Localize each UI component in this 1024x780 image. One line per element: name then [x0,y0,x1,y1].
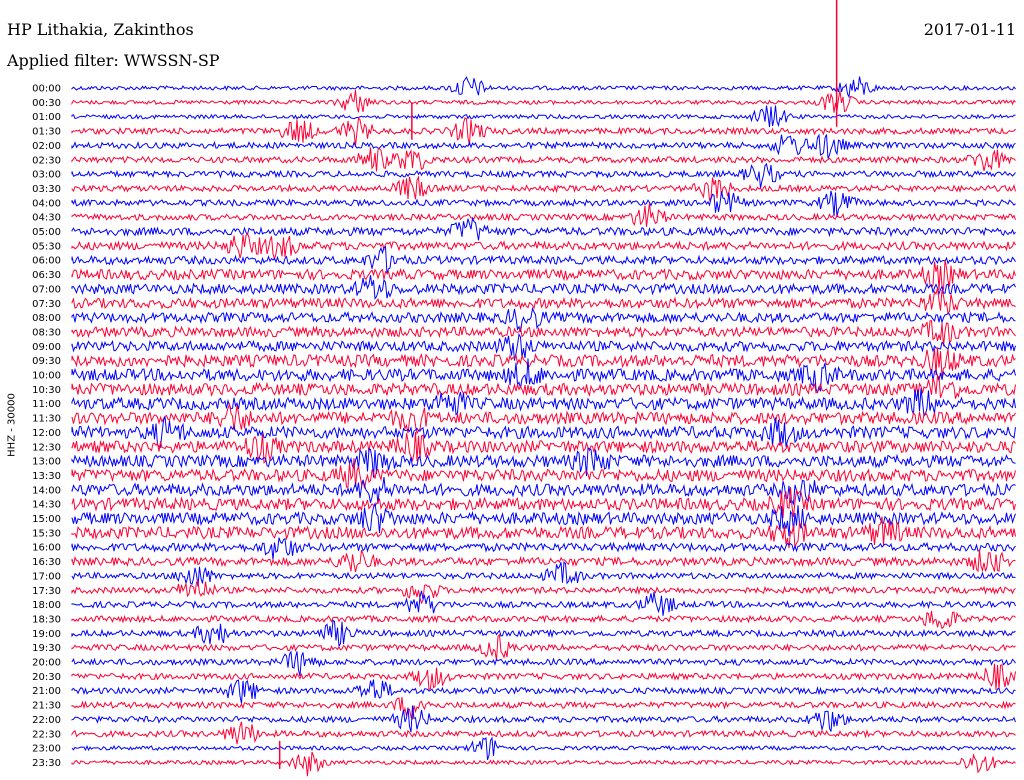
trace-row-0030 [71,89,1016,113]
time-tick-label: 23:30 [32,758,61,769]
time-tick-label: 02:00 [32,141,61,152]
trace-row-0300 [71,162,1016,189]
time-tick-label: 09:00 [32,342,61,353]
time-tick-label: 15:00 [32,514,61,525]
time-tick-label: 21:00 [32,686,61,697]
time-tick-label: 00:30 [32,98,61,109]
trace-row-0400 [71,190,1016,218]
time-tick-label: 07:00 [32,284,61,295]
time-tick-label: 20:30 [32,672,61,683]
time-tick-label: 01:00 [32,112,61,123]
time-tick-label: 05:00 [32,227,61,238]
time-tick-label: 08:30 [32,327,61,338]
trace-row-2200 [71,705,1016,733]
trace-row-0530 [71,232,1016,261]
trace-row-0900 [71,332,1016,361]
trace-row-1800 [71,590,1016,616]
trace-row-0200 [71,133,1016,159]
time-tick-label: 01:30 [32,127,61,138]
trace-row-0800 [71,306,1016,333]
trace-row-2230 [71,721,1016,745]
trace-row-0830 [71,320,1016,347]
trace-row-2330 [71,751,1016,777]
time-tick-label: 13:00 [32,457,61,468]
trace-row-1830 [71,610,1016,630]
time-tick-label: 11:00 [32,399,61,410]
time-tick-label: 00:00 [32,84,61,95]
time-tick-label: 04:30 [32,213,61,224]
time-tick-label: 21:30 [32,701,61,712]
time-tick-label: 22:30 [32,729,61,740]
time-tick-label: 12:00 [32,428,61,439]
time-tick-label: 19:30 [32,643,61,654]
time-tick-label: 23:00 [32,744,61,755]
trace-row-1700 [71,561,1016,587]
time-tick-label: 04:00 [32,198,61,209]
seismogram-plot: 00:00 00:30 01:00 01:30 02:00 02:30 03:00 03:30… [32,0,1016,777]
trace-row-0330 [71,175,1016,202]
time-tick-label: 17:00 [32,571,61,582]
time-tick-label: 07:30 [32,299,61,310]
time-tick-label: 05:30 [32,241,61,252]
trace-row-2100 [71,679,1016,704]
trace-row-1100 [71,388,1016,418]
trace-row-0930 [71,347,1016,377]
trace-row-1900 [71,619,1016,648]
time-tick-label: 10:00 [32,371,61,382]
time-tick-label: 03:30 [32,184,61,195]
time-tick-label: 14:00 [32,485,61,496]
time-tick-label: 14:30 [32,500,61,511]
time-tick-label: 18:00 [32,600,61,611]
time-tick-label: 13:30 [32,471,61,482]
trace-row-2130 [71,696,1016,720]
trace-row-0430 [71,203,1016,227]
trace-row-2300 [71,736,1016,761]
trace-row-1400 [71,477,1016,506]
time-tick-label: 12:30 [32,442,61,453]
time-tick-label: 03:00 [32,170,61,181]
time-tick-label: 15:30 [32,528,61,539]
trace-row-0730 [71,287,1016,315]
trace-row-0130 [71,116,1016,146]
trace-row-1930 [71,633,1016,661]
time-tick-label: 17:30 [32,586,61,597]
time-tick-label: 16:30 [32,557,61,568]
trace-row-0100 [71,105,1016,128]
time-tick-label: 02:30 [32,155,61,166]
trace-row-0000 [71,76,1016,99]
time-tick-label: 11:30 [32,414,61,425]
time-tick-label: 10:30 [32,385,61,396]
trace-row-0230 [71,147,1016,172]
time-tick-label: 22:00 [32,715,61,726]
trace-row-0700 [71,275,1016,300]
time-tick-label: 08:00 [32,313,61,324]
trace-row-0630 [71,260,1016,290]
time-tick-label: 16:00 [32,543,61,554]
trace-row-1730 [71,580,1016,605]
trace-row-1030 [71,375,1016,399]
trace-row-0500 [71,216,1016,241]
time-tick-label: 18:30 [32,614,61,625]
trace-row-0600 [71,245,1016,275]
trace-row-2000 [71,650,1016,677]
time-tick-label: 06:00 [32,256,61,267]
trace-row-2030 [71,663,1016,691]
time-tick-label: 06:30 [32,270,61,281]
time-tick-label: 09:30 [32,356,61,367]
time-tick-label: 19:00 [32,629,61,640]
trace-row-1630 [71,549,1016,573]
time-tick-label: 20:00 [32,658,61,669]
